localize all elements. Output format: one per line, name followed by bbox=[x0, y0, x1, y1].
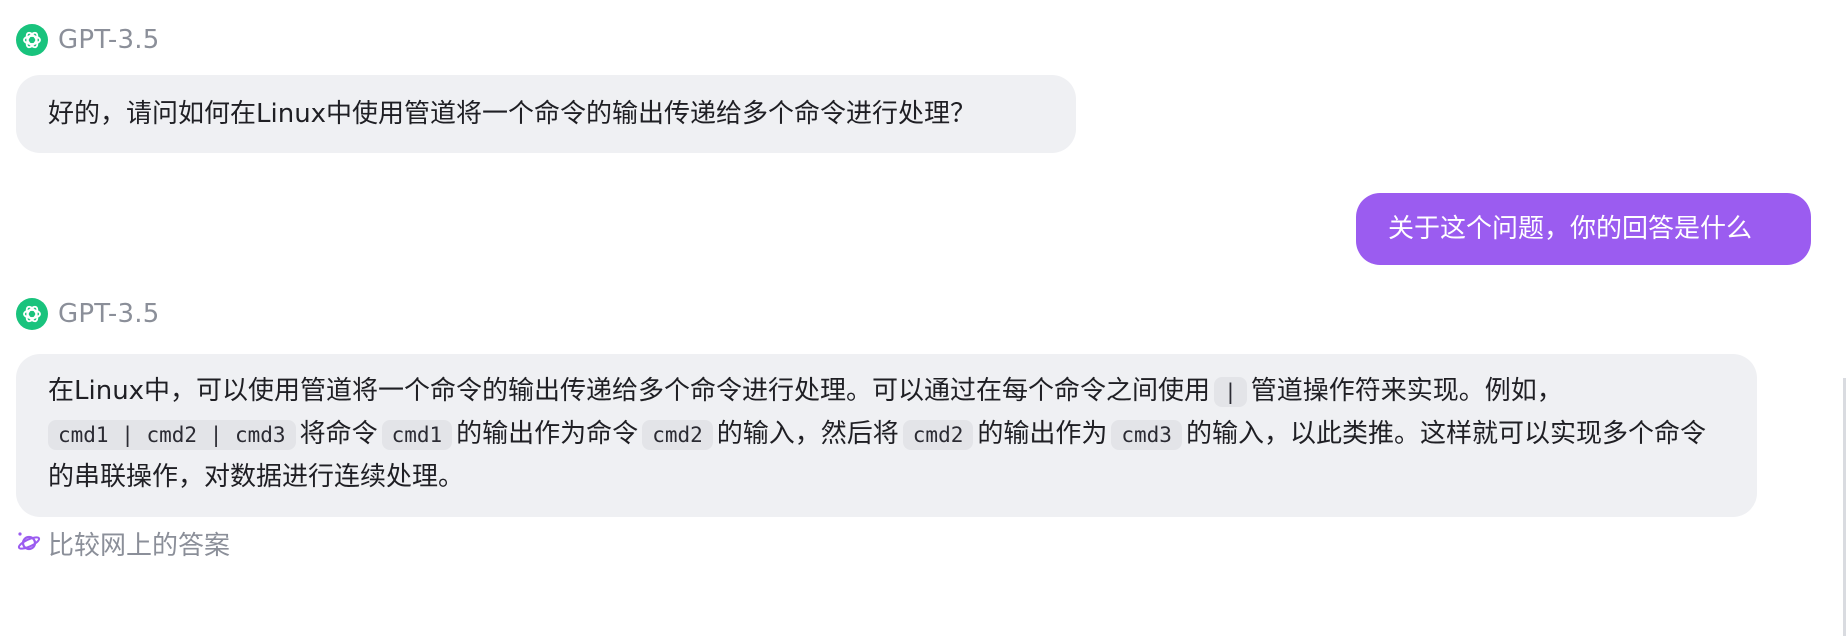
answer-text: 管道操作符来实现。例如， bbox=[1250, 376, 1563, 406]
answer-text: 的输入，然后将 bbox=[716, 419, 899, 449]
assistant-header: GPT-3.5 bbox=[16, 24, 159, 56]
assistant-header: GPT-3.5 bbox=[16, 298, 159, 330]
assistant-name: GPT-3.5 bbox=[58, 299, 160, 329]
inline-code: cmd2 bbox=[902, 420, 974, 450]
inline-code-pipe: | bbox=[1214, 377, 1247, 407]
openai-logo-icon bbox=[16, 298, 48, 330]
openai-logo-icon bbox=[16, 24, 48, 56]
assistant-answer: 在Linux中，可以使用管道将一个命令的输出传递给多个命令进行处理。可以通过在每… bbox=[16, 354, 1757, 517]
inline-code: cmd2 bbox=[642, 420, 713, 450]
inline-code: cmd1 bbox=[381, 420, 453, 450]
answer-text: 的输出作为命令 bbox=[456, 419, 639, 449]
answer-text: 将命令 bbox=[299, 419, 378, 449]
inline-code-chain: cmd1 | cmd2 | cmd3 bbox=[48, 420, 296, 450]
message-text: 好的，请问如何在Linux中使用管道将一个命令的输出传递给多个命令进行处理？ bbox=[48, 99, 977, 129]
message-text: 关于这个问题，你的回答是什么 bbox=[1388, 214, 1753, 244]
assistant-message: 好的，请问如何在Linux中使用管道将一个命令的输出传递给多个命令进行处理？ bbox=[16, 75, 1076, 153]
assistant-name: GPT-3.5 bbox=[58, 25, 160, 55]
compare-label: 比较网上的答案 bbox=[48, 531, 231, 561]
user-message: 关于这个问题，你的回答是什么 bbox=[1356, 193, 1811, 265]
answer-text: 的输出作为 bbox=[977, 419, 1108, 449]
chat-page: GPT-3.5 好的，请问如何在Linux中使用管道将一个命令的输出传递给多个命… bbox=[0, 0, 1846, 636]
inline-code: cmd3 bbox=[1111, 420, 1182, 450]
planet-icon bbox=[16, 529, 42, 559]
answer-text: 在Linux中，可以使用管道将一个命令的输出传递给多个命令进行处理。可以通过在每… bbox=[48, 376, 1211, 406]
compare-web-answers-link[interactable]: 比较网上的答案 bbox=[16, 525, 230, 562]
